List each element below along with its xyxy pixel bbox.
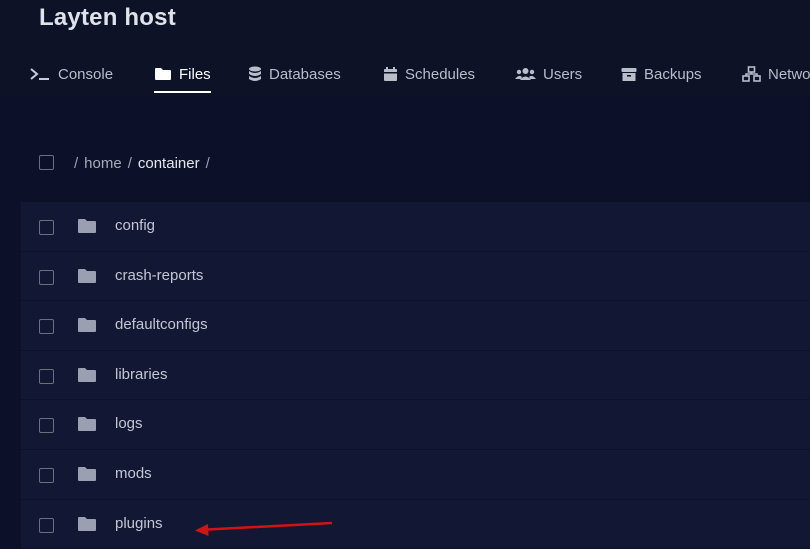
calendar-icon [383, 66, 398, 82]
file-row[interactable]: defaultconfigs [21, 301, 810, 351]
file-checkbox[interactable] [39, 418, 54, 434]
file-name[interactable]: config [115, 217, 155, 234]
file-checkbox[interactable] [39, 269, 54, 285]
file-checkbox[interactable] [39, 467, 54, 483]
tab-console[interactable]: Console [29, 56, 113, 92]
folder-icon [77, 317, 97, 338]
file-checkbox[interactable] [39, 319, 54, 335]
tab-schedules-label: Schedules [405, 65, 476, 83]
folder-icon [77, 218, 97, 239]
tab-console-label: Console [58, 65, 114, 83]
tab-files-label: Files [179, 65, 211, 83]
breadcrumb-separator: / [127, 155, 132, 172]
folder-icon [77, 367, 97, 388]
server-header: Layten host Console Files Databases Sche… [0, 0, 810, 96]
network-icon [742, 66, 761, 82]
file-list: config crash-reports defaultconfigs libr… [21, 202, 810, 549]
tab-backups[interactable]: Backups [621, 56, 702, 92]
file-row[interactable]: logs [21, 400, 810, 450]
tab-backups-label: Backups [644, 65, 702, 83]
tab-schedules[interactable]: Schedules [383, 56, 475, 92]
file-row[interactable]: plugins [21, 499, 810, 549]
file-manager: / home / container / config crash-report… [0, 96, 810, 549]
file-checkbox[interactable] [39, 517, 54, 533]
file-name[interactable]: defaultconfigs [115, 316, 208, 333]
file-row[interactable]: mods [21, 449, 810, 500]
file-name[interactable]: libraries [115, 366, 168, 383]
annotation-arrow-icon [195, 521, 333, 536]
select-all-checkbox[interactable] [39, 155, 54, 170]
breadcrumb-container[interactable]: container [138, 155, 200, 172]
file-name[interactable]: plugins [115, 515, 163, 532]
file-name[interactable]: logs [115, 415, 143, 432]
database-icon [248, 66, 262, 82]
tab-users-label: Users [543, 65, 583, 83]
file-row[interactable]: crash-reports [21, 251, 810, 302]
server-title: Layten host [39, 4, 176, 31]
file-row[interactable]: config [21, 202, 810, 252]
tab-databases[interactable]: Databases [248, 56, 341, 92]
tab-network-label: Netwo [768, 65, 810, 83]
breadcrumb: / home / container / [74, 155, 210, 172]
folder-icon [154, 67, 172, 81]
tab-files[interactable]: Files [154, 56, 211, 93]
file-row[interactable]: libraries [21, 350, 810, 401]
folder-icon [77, 516, 97, 537]
file-checkbox[interactable] [39, 368, 54, 384]
nav-tabs: Console Files Databases Schedules Users [0, 56, 810, 96]
archive-icon [621, 67, 637, 82]
folder-icon [77, 466, 97, 487]
breadcrumb-home[interactable]: home [84, 155, 122, 172]
folder-icon [77, 268, 97, 289]
breadcrumb-separator: / [205, 155, 210, 172]
terminal-icon [29, 67, 51, 81]
file-name[interactable]: crash-reports [115, 267, 203, 284]
file-checkbox[interactable] [39, 220, 54, 235]
breadcrumb-separator: / [74, 155, 79, 172]
tab-network[interactable]: Netwo [742, 56, 810, 92]
users-icon [515, 67, 536, 81]
folder-icon [77, 416, 97, 437]
tab-users[interactable]: Users [515, 56, 582, 92]
tab-databases-label: Databases [269, 65, 341, 83]
file-name[interactable]: mods [115, 465, 152, 482]
